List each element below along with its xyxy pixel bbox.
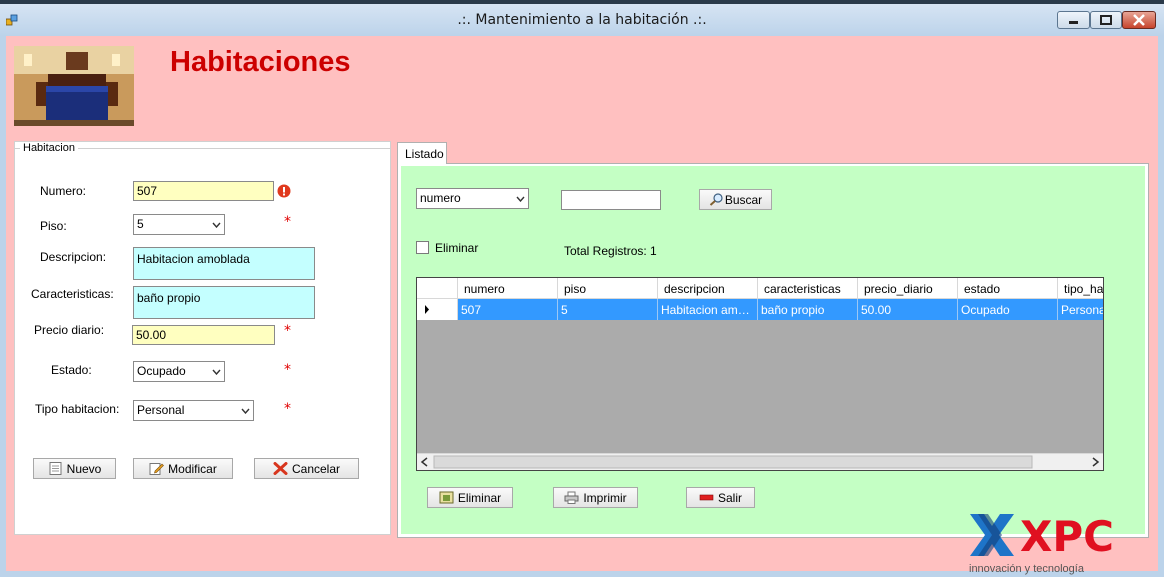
table-cell[interactable]: 507 [458, 299, 558, 320]
piso-label: Piso: [40, 219, 67, 233]
xpc-logo: XPC [968, 510, 1164, 562]
cancel-x-icon [273, 462, 288, 475]
search-input[interactable] [561, 190, 661, 210]
maximize-button[interactable] [1090, 11, 1122, 29]
svg-text:XPC: XPC [1020, 512, 1114, 561]
buscar-button[interactable]: Buscar [699, 189, 772, 210]
eliminar-checkbox-label: Eliminar [435, 241, 479, 255]
required-mark: * [284, 214, 291, 230]
precio-label: Precio diario: [34, 323, 105, 337]
required-mark: * [284, 323, 291, 339]
chevron-down-icon [212, 365, 221, 377]
table-cell[interactable]: baño propio [758, 299, 858, 320]
precio-input[interactable]: 50.00 [132, 325, 275, 345]
groupbox-title: Habitacion [20, 142, 78, 154]
tipo-label: Tipo habitacion: [35, 402, 120, 416]
error-circle-icon [277, 184, 291, 198]
estado-select[interactable]: Ocupado [133, 361, 225, 382]
imprimir-button[interactable]: Imprimir [553, 487, 638, 508]
table-cell[interactable]: Personal [1058, 299, 1103, 320]
nuevo-button-label: Nuevo [66, 461, 102, 476]
delete-icon [439, 491, 454, 504]
tipo-select[interactable]: Personal [133, 400, 254, 421]
salir-button[interactable]: Salir [686, 487, 755, 508]
chevron-down-icon [212, 218, 221, 230]
chevron-down-icon [516, 192, 525, 204]
tab-listado[interactable]: Listado [397, 142, 447, 164]
piso-select-value: 5 [137, 217, 144, 231]
salir-button-label: Salir [717, 490, 742, 505]
xpc-tagline: innovación y tecnología [969, 563, 1084, 575]
column-header[interactable]: descripcion [658, 278, 758, 299]
numero-input[interactable]: 507 [133, 181, 274, 201]
table-cell[interactable]: 50.00 [858, 299, 958, 320]
grid-header-corner [417, 278, 458, 299]
tipo-select-value: Personal [137, 403, 185, 417]
column-header[interactable]: numero [458, 278, 558, 299]
descripcion-label: Descripcion: [40, 250, 107, 264]
horizontal-scrollbar[interactable] [417, 453, 1103, 470]
required-mark: * [284, 362, 291, 378]
estado-select-value: Ocupado [137, 364, 186, 378]
numero-label: Numero: [40, 184, 87, 198]
table-cell[interactable]: Ocupado [958, 299, 1058, 320]
piso-select[interactable]: 5 [133, 214, 225, 235]
column-header[interactable]: piso [558, 278, 658, 299]
total-registros: Total Registros: 1 [564, 244, 657, 258]
cancelar-button[interactable]: Cancelar [254, 458, 359, 479]
document-icon [48, 462, 63, 475]
search-field-select[interactable]: numero [416, 188, 529, 209]
exit-icon [699, 491, 714, 504]
page-title: Habitaciones [170, 46, 351, 78]
window-title: .:. Mantenimiento a la habitación .:. [457, 12, 707, 28]
eliminar-button[interactable]: Eliminar [427, 487, 513, 508]
edit-icon [149, 462, 165, 475]
estado-label: Estado: [51, 363, 92, 377]
table-cell[interactable]: 5 [558, 299, 658, 320]
minimize-button[interactable] [1057, 11, 1090, 29]
imprimir-button-label: Imprimir [583, 490, 627, 505]
room-photo [14, 46, 134, 126]
modificar-button-label: Modificar [168, 461, 217, 476]
descripcion-input[interactable]: Habitacion amoblada [133, 247, 315, 280]
caracteristicas-label: Caracteristicas: [31, 287, 114, 301]
column-header[interactable]: estado [958, 278, 1058, 299]
modificar-button[interactable]: Modificar [133, 458, 233, 479]
eliminar-button-label: Eliminar [457, 490, 502, 505]
chevron-down-icon [241, 404, 250, 416]
row-pointer-icon [425, 305, 429, 314]
printer-icon [564, 491, 579, 504]
column-header[interactable]: caracteristicas [758, 278, 858, 299]
buscar-button-label: Buscar [724, 192, 763, 207]
row-selector[interactable] [417, 299, 458, 320]
listado-grid[interactable]: numero piso descripcion caracteristicas … [416, 277, 1104, 471]
column-header[interactable]: precio_diario [858, 278, 958, 299]
window-frame-right [1158, 36, 1164, 577]
required-mark: * [284, 401, 291, 417]
close-button[interactable] [1122, 11, 1156, 29]
nuevo-button[interactable]: Nuevo [33, 458, 116, 479]
caracteristicas-input[interactable]: baño propio [133, 286, 315, 319]
search-field-value: numero [420, 191, 461, 205]
table-cell[interactable]: Habitacion amobl... [658, 299, 758, 320]
search-icon [709, 193, 724, 206]
cancelar-button-label: Cancelar [291, 461, 341, 476]
eliminar-checkbox[interactable] [416, 241, 429, 254]
column-header[interactable]: tipo_hab [1058, 278, 1103, 299]
